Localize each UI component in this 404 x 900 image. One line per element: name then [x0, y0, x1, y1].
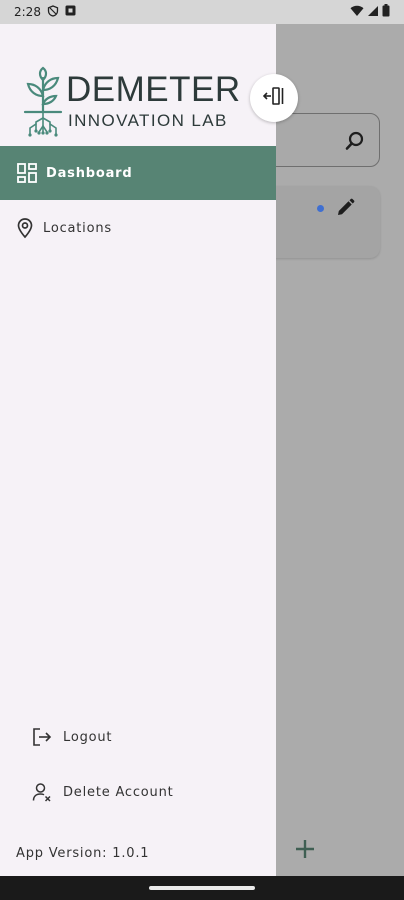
system-navigation-bar: [0, 876, 404, 900]
shield-icon: [47, 4, 59, 20]
plant-roots-icon: [22, 66, 64, 140]
location-card[interactable]: [262, 186, 380, 258]
logout-label: Logout: [63, 729, 113, 745]
collapse-drawer-icon: [262, 85, 285, 111]
navigation-drawer: DEMETER INNOVATION LAB Dashboard Locatio…: [0, 24, 276, 876]
location-pin-icon: [14, 217, 36, 239]
demeter-logo: DEMETER INNOVATION LAB: [22, 66, 252, 140]
nav-item-dashboard[interactable]: Dashboard: [0, 146, 276, 200]
wifi-icon: [350, 5, 364, 20]
collapse-drawer-button[interactable]: [250, 74, 298, 122]
add-icon[interactable]: [290, 834, 320, 864]
battery-icon: [382, 4, 390, 20]
search-icon[interactable]: [343, 129, 367, 153]
nav-item-label: Locations: [43, 220, 112, 236]
app-notification-icon: [65, 5, 76, 19]
app-version: App Version: 1.0.1: [16, 846, 150, 861]
status-bar: 2:28: [0, 0, 404, 24]
logo-subtitle: INNOVATION LAB: [68, 111, 228, 130]
signal-icon: [367, 5, 379, 20]
logout-icon: [32, 727, 52, 747]
status-time: 2:28: [14, 5, 41, 19]
status-dot: [317, 205, 324, 212]
delete-account-icon: [32, 782, 52, 802]
delete-account-label: Delete Account: [63, 784, 174, 800]
home-gesture-handle[interactable]: [149, 886, 255, 890]
logout-button[interactable]: Logout: [0, 717, 276, 757]
nav-item-label: Dashboard: [46, 165, 133, 181]
edit-icon[interactable]: [334, 197, 356, 219]
nav-item-locations[interactable]: Locations: [0, 201, 276, 255]
dashboard-icon: [16, 162, 38, 184]
logo-title: DEMETER: [66, 70, 241, 109]
delete-account-button[interactable]: Delete Account: [0, 772, 276, 812]
